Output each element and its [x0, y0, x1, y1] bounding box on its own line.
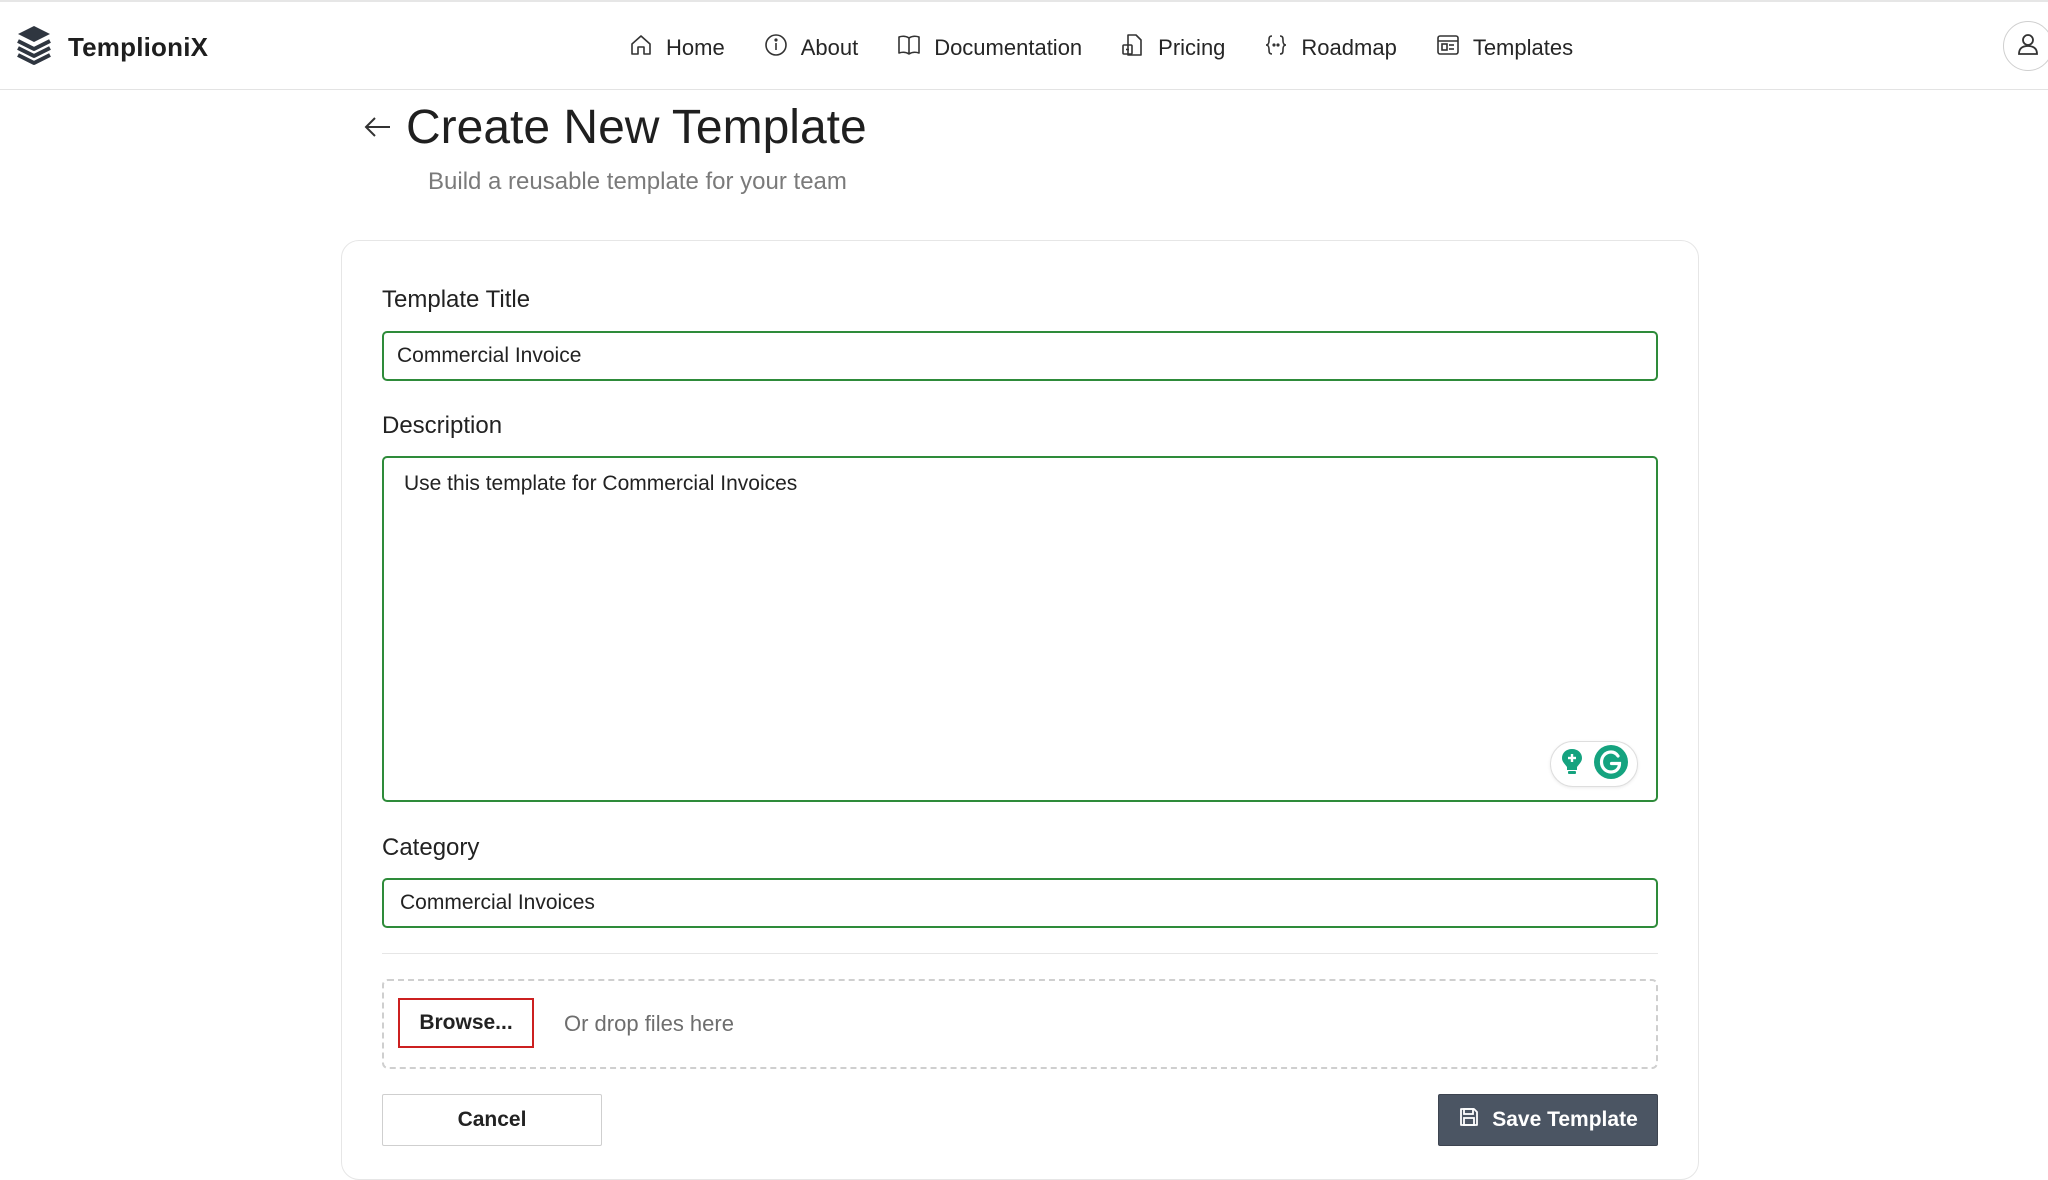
nav-item-about[interactable]: About: [763, 32, 859, 64]
nav-item-label: About: [800, 35, 859, 60]
cancel-button[interactable]: Cancel: [382, 1094, 602, 1146]
account-button[interactable]: [2003, 21, 2048, 71]
nav-item-templates[interactable]: Templates: [1435, 32, 1573, 64]
nav-item-label: Pricing: [1158, 35, 1226, 60]
brand-logo-icon: [14, 22, 54, 73]
browse-button[interactable]: Browse...: [398, 998, 534, 1048]
grammarly-widget[interactable]: [1550, 741, 1638, 787]
nav-item-label: Home: [666, 35, 725, 60]
category-label: Category: [382, 834, 480, 861]
template-title-input[interactable]: Commercial Invoice: [382, 331, 1658, 381]
nav-item-label: Roadmap: [1301, 35, 1397, 60]
drop-hint: Or drop files here: [564, 1011, 734, 1036]
nav-item-label: Templates: [1472, 35, 1574, 60]
arrow-left-icon: [360, 117, 394, 148]
nav-item-documentation[interactable]: Documentation: [896, 32, 1082, 64]
home-icon: [628, 32, 654, 64]
top-navbar: TemplioniX Home About Documentation Pric…: [0, 0, 2048, 90]
template-icon: [1435, 32, 1461, 64]
section-divider: [382, 953, 1658, 954]
brand[interactable]: TemplioniX: [14, 24, 208, 70]
template-title-value: Commercial Invoice: [397, 344, 582, 367]
description-label: Description: [382, 412, 503, 439]
grammarly-logo-icon[interactable]: [1593, 744, 1629, 785]
book-icon: [896, 32, 922, 64]
save-icon: [1458, 1106, 1480, 1134]
nav-item-label: Documentation: [934, 35, 1083, 60]
user-icon: [2015, 31, 2041, 62]
save-button-label: Save Template: [1492, 1108, 1638, 1131]
price-tag-icon: [1120, 32, 1146, 64]
main-nav: Home About Documentation Pricing Roadmap: [628, 28, 1573, 68]
brand-name: TemplioniX: [68, 31, 209, 62]
description-value: Use this template for Commercial Invoice…: [404, 472, 798, 495]
page-title: Create New Template: [406, 101, 867, 154]
nav-item-home[interactable]: Home: [628, 32, 725, 64]
description-textarea[interactable]: Use this template for Commercial Invoice…: [382, 456, 1658, 802]
save-template-button[interactable]: Save Template: [1438, 1094, 1658, 1146]
category-value: Commercial Invoices: [400, 891, 595, 914]
template-title-label: Template Title: [382, 286, 531, 313]
back-button[interactable]: [360, 110, 394, 144]
braces-icon: [1263, 32, 1289, 64]
category-input[interactable]: Commercial Invoices: [382, 878, 1658, 928]
info-icon: [763, 32, 789, 64]
nav-item-roadmap[interactable]: Roadmap: [1263, 32, 1397, 64]
page-subtitle: Build a reusable template for your team: [428, 168, 847, 195]
lightbulb-icon[interactable]: [1559, 747, 1585, 782]
nav-item-pricing[interactable]: Pricing: [1120, 32, 1225, 64]
cancel-button-label: Cancel: [457, 1108, 527, 1131]
